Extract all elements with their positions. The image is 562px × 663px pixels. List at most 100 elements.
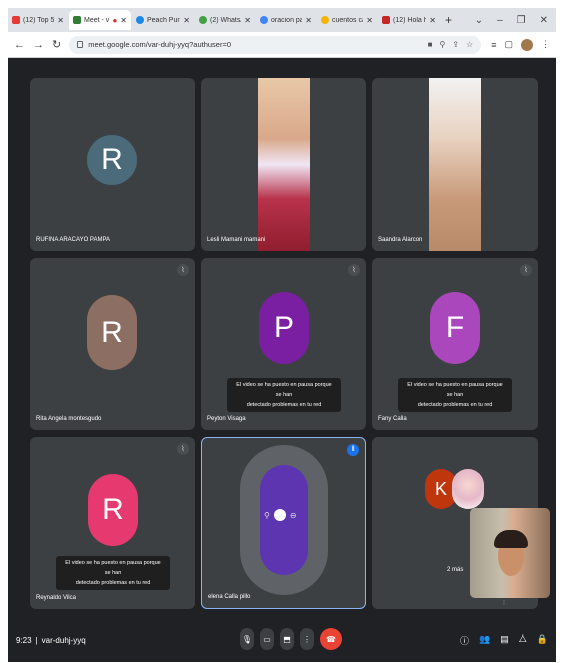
site-icon <box>321 16 329 24</box>
close-tab-icon[interactable]: ✕ <box>183 16 190 25</box>
browser-tab-strip: (12) Top 5 la M✕ Meet - var-●✕ Peach Pur… <box>8 8 556 32</box>
remove-icon[interactable]: ⊖ <box>290 511 297 520</box>
more-options-icon[interactable]: ⋮ <box>500 599 508 607</box>
participant-tile-pinned[interactable]: ⦀ ⚲ ⊖ elena Calla pillo <box>201 437 366 609</box>
participant-tile[interactable]: ⌇ R Rita Angela montesgudo <box>30 258 195 430</box>
omnibox-icons: ■ ⚲ ⇪ ☆ <box>428 40 474 49</box>
participant-tile[interactable]: ⌇ P El video se ha puesto en pausa porqu… <box>201 258 366 430</box>
menu-kebab-icon[interactable]: ⋮ <box>541 39 550 50</box>
avatar-image <box>452 469 484 509</box>
profile-avatar[interactable] <box>521 38 533 51</box>
camera-icon[interactable]: ■ <box>428 40 433 49</box>
reload-icon[interactable]: ↻ <box>52 38 61 51</box>
meeting-code: var-duhj-yyq <box>41 635 86 645</box>
youtube-icon <box>382 16 390 24</box>
new-tab-icon[interactable]: + <box>445 13 452 27</box>
others-count: 2 más <box>447 567 464 573</box>
camera-icon[interactable]: ▭ <box>260 628 274 650</box>
muted-mic-icon: ⌇ <box>177 443 189 455</box>
tab-1[interactable]: Meet - var-●✕ <box>69 10 131 30</box>
minimize-icon[interactable]: – <box>497 15 503 26</box>
youtube-icon <box>12 16 20 24</box>
participant-name: Peyton Visaga <box>207 416 246 422</box>
pin-icon[interactable]: ⚲ <box>264 511 270 520</box>
network-pause-notice: El video se ha puesto en pausa porque se… <box>56 556 170 590</box>
reading-list-icon[interactable]: ≡ <box>491 40 496 50</box>
participant-name: Rita Angela montesgudo <box>36 416 102 422</box>
info-icon[interactable]: ⓘ <box>460 634 469 647</box>
participant-video <box>429 78 481 251</box>
bookmark-star-icon[interactable]: ☆ <box>466 40 473 49</box>
microphone-icon[interactable]: 🎙 <box>240 628 254 650</box>
close-tab-icon[interactable]: ✕ <box>244 16 251 25</box>
google-icon <box>260 16 268 24</box>
address-bar: ← → ↻ meet.google.com/var-duhj-yyq?authu… <box>8 32 556 58</box>
side-controls: ⓘ 👥 ▤ ⧊ 🔒 <box>460 634 548 647</box>
url-input[interactable]: meet.google.com/var-duhj-yyq?authuser=0 … <box>69 35 482 54</box>
muted-mic-icon: ⌇ <box>520 264 532 276</box>
fullscreen-icon[interactable] <box>273 509 286 521</box>
participant-tile[interactable]: Saandra Alarcon <box>372 78 538 251</box>
tab-4[interactable]: oracion para n✕ <box>256 10 316 30</box>
network-pause-notice: El video se ha puesto en pausa porque se… <box>227 378 341 412</box>
close-tab-icon[interactable]: ✕ <box>366 16 373 25</box>
tab-2[interactable]: Peach Purple ro✕ <box>132 10 194 30</box>
participant-video <box>258 78 310 251</box>
avatar: R <box>87 295 137 370</box>
back-icon[interactable]: ← <box>14 39 25 51</box>
meet-grid: R RUFINA ARACAYO PAMPA Lesli Mamani mama… <box>8 58 556 662</box>
toolbar-icons: ≡ ▢ ⋮ <box>491 38 550 51</box>
participant-tile[interactable]: Lesli Mamani mamani <box>201 78 366 251</box>
side-panel-icon[interactable]: ▢ <box>504 39 513 50</box>
avatar: R <box>87 135 137 185</box>
zoom-icon[interactable]: ⚲ <box>439 40 445 49</box>
participant-name: Lesli Mamani mamani <box>207 237 266 243</box>
avatar: R <box>88 474 138 546</box>
participant-name: Reynaldo Vilca <box>36 595 76 601</box>
activities-icon[interactable]: ⧊ <box>519 634 527 647</box>
participant-name: Fany Calla <box>378 416 407 422</box>
participant-tile[interactable]: ⌇ R El video se ha puesto en pausa porqu… <box>30 437 195 609</box>
meeting-control-bar: 9:23 | var-duhj-yyq 🎙 ▭ ⬒ ⋮ ☎ ⓘ 👥 ▤ ⧊ 🔒 <box>8 618 556 662</box>
whatsapp-icon <box>199 16 207 24</box>
chat-icon[interactable]: ▤ <box>500 634 509 647</box>
people-icon[interactable]: 👥 <box>479 634 490 647</box>
participant-tile[interactable]: R RUFINA ARACAYO PAMPA <box>30 78 195 251</box>
separator: | <box>35 635 38 645</box>
self-view-hair <box>494 530 528 548</box>
network-pause-notice: El video se ha puesto en pausa porque se… <box>398 378 512 412</box>
meet-icon <box>73 16 81 24</box>
speaking-indicator-icon: ⦀ <box>347 444 359 456</box>
muted-mic-icon: ⌇ <box>177 264 189 276</box>
close-tab-icon[interactable]: ✕ <box>429 16 436 25</box>
self-view[interactable] <box>470 508 550 598</box>
close-icon[interactable]: ✕ <box>540 15 548 26</box>
lock-icon <box>77 41 84 48</box>
close-tab-icon[interactable]: ✕ <box>57 16 64 25</box>
avatar: P <box>259 292 309 364</box>
share-icon[interactable]: ⇪ <box>452 40 459 49</box>
tile-hover-controls: ⚲ ⊖ <box>264 509 297 521</box>
tab-search-icon[interactable]: ⌄ <box>475 15 483 26</box>
call-controls: 🎙 ▭ ⬒ ⋮ ☎ <box>240 628 342 650</box>
close-tab-icon[interactable]: ✕ <box>305 16 312 25</box>
tab-3[interactable]: (2) WhatsApp✕ <box>195 10 255 30</box>
host-controls-icon[interactable]: 🔒 <box>537 634 548 647</box>
recording-icon: ● <box>112 15 118 25</box>
restore-icon[interactable]: ❐ <box>517 15 526 26</box>
participant-name: elena Calla pillo <box>208 594 251 600</box>
close-tab-icon[interactable]: ✕ <box>120 16 127 25</box>
muted-mic-icon: ⌇ <box>348 264 360 276</box>
tab-5[interactable]: cuentos catolic✕ <box>317 10 377 30</box>
more-options-icon[interactable]: ⋮ <box>300 628 314 650</box>
present-screen-icon[interactable]: ⬒ <box>280 628 294 650</box>
canva-icon <box>136 16 144 24</box>
window-controls: ⌄ – ❐ ✕ <box>475 15 556 26</box>
tab-6[interactable]: (12) Hola hola✕ <box>378 10 440 30</box>
avatar: F <box>430 292 480 364</box>
tab-0[interactable]: (12) Top 5 la M✕ <box>8 10 68 30</box>
participant-name: Saandra Alarcon <box>378 237 423 243</box>
forward-icon[interactable]: → <box>33 39 44 51</box>
end-call-icon[interactable]: ☎ <box>320 628 342 650</box>
participant-tile[interactable]: ⌇ F El video se ha puesto en pausa porqu… <box>372 258 538 430</box>
